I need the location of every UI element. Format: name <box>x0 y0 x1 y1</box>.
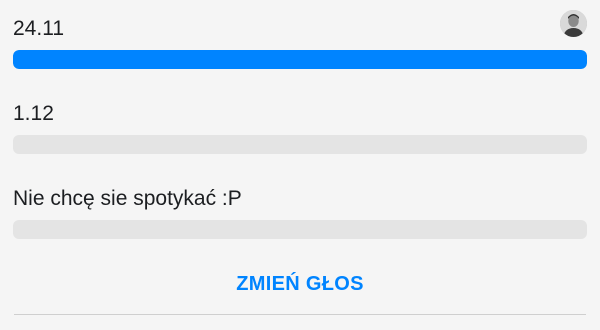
vote-bar <box>13 220 587 239</box>
vote-bar <box>13 50 587 69</box>
poll-option[interactable]: 1.12 <box>13 102 587 154</box>
divider <box>14 314 586 315</box>
voter-avatar[interactable] <box>560 10 587 37</box>
poll-option[interactable]: Nie chcę sie spotykać :P <box>13 187 587 239</box>
vote-bar <box>13 135 587 154</box>
poll-option[interactable]: 24.11 <box>13 10 587 69</box>
poll-option-label: 24.11 <box>13 17 64 40</box>
vote-bar-fill <box>13 50 587 69</box>
person-icon <box>560 10 587 37</box>
poll-card: 24.11 1.12 Nie chcę sie spotykać :P ZMIE… <box>0 0 600 330</box>
change-vote-button[interactable]: ZMIEŃ GŁOS <box>0 270 600 298</box>
poll-option-label: Nie chcę sie spotykać :P <box>13 187 242 210</box>
poll-option-label: 1.12 <box>13 102 54 125</box>
